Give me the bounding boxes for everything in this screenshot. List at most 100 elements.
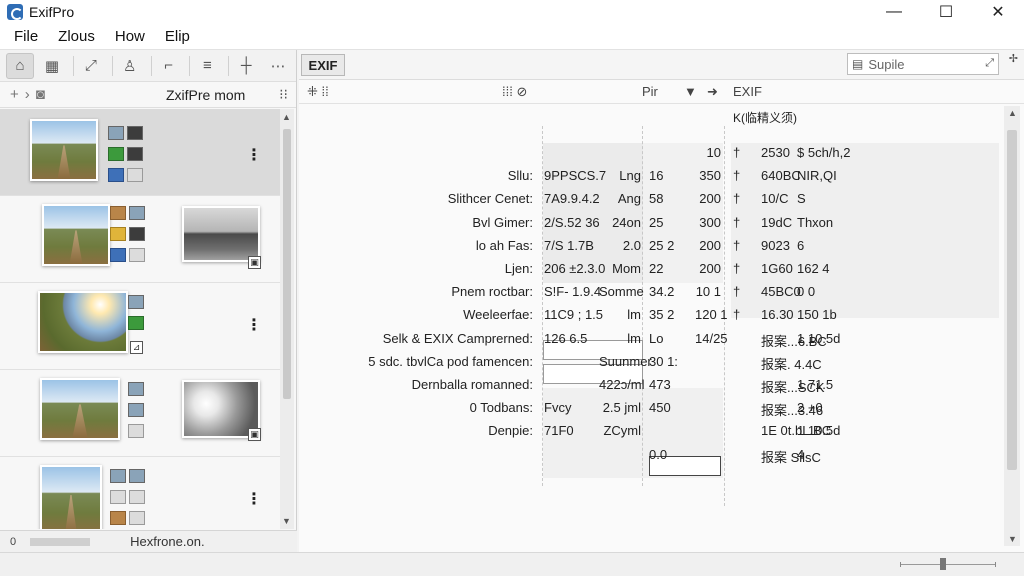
minimize-button[interactable]: — bbox=[868, 0, 920, 24]
tag-icon bbox=[129, 248, 145, 262]
scroll-up-icon[interactable]: ▲ bbox=[282, 112, 291, 122]
expand-icon[interactable]: ⤢ bbox=[985, 57, 994, 70]
unit-cell: Mom bbox=[612, 261, 641, 276]
exif-panel: EXIF ▤ Supile ⤢ ✢ ⁜ ⁞⁞ ⁞⁞⁞ ⊘ Pir ▼ ➜ EXI… bbox=[299, 50, 1024, 552]
exif-value-cell: NIR,QI bbox=[797, 168, 837, 184]
crosshair-icon[interactable]: ┼ bbox=[232, 53, 260, 79]
list-icon[interactable]: ≡ bbox=[193, 53, 221, 79]
image-icon bbox=[110, 227, 126, 241]
image-icon bbox=[110, 490, 126, 504]
filter-icons[interactable]: ⁞⁞⁞ ⊘ bbox=[502, 84, 527, 100]
exif-scrollbar[interactable]: ▲ ▼ bbox=[1004, 106, 1020, 546]
scroll-down-icon[interactable]: ▼ bbox=[1008, 534, 1017, 544]
scroll-thumb[interactable] bbox=[283, 129, 291, 399]
thumbnail-icons bbox=[108, 126, 143, 182]
value-cell: 35 2 bbox=[649, 307, 675, 323]
more-icon[interactable]: ⋯ bbox=[264, 53, 292, 79]
maximize-button[interactable]: ☐ bbox=[920, 0, 972, 24]
exif-row[interactable]: Ljen: 206 ±2.3.0 Mom 22 200 † 1G60 162 4 bbox=[299, 258, 999, 281]
thumbnail-row[interactable]: ⊿ ⋮ bbox=[0, 283, 280, 370]
menu-help[interactable]: Elip bbox=[165, 28, 190, 45]
zoom-slider[interactable] bbox=[900, 564, 995, 565]
scroll-thumb[interactable] bbox=[1007, 130, 1017, 470]
thumbnail-row[interactable]: ▣ bbox=[0, 370, 280, 457]
scroll-up-icon[interactable]: ▲ bbox=[1008, 108, 1017, 118]
unit-cell: lm bbox=[627, 307, 641, 323]
pin-icon[interactable]: ✢ bbox=[1009, 52, 1018, 65]
photo-thumbnail[interactable] bbox=[38, 291, 128, 353]
scroll-down-icon[interactable]: ▼ bbox=[282, 516, 291, 526]
menu-tools[interactable]: Zlous bbox=[58, 28, 95, 45]
view-toggle-icons[interactable]: ⁜ ⁞⁞ bbox=[307, 84, 329, 100]
menu-file[interactable]: File bbox=[14, 28, 38, 45]
thumbnail-row[interactable]: ⋮ bbox=[0, 457, 280, 529]
row-label: Denpie: bbox=[488, 423, 533, 439]
dropdown-icon[interactable]: ▼ bbox=[684, 84, 697, 99]
image-icon bbox=[110, 469, 126, 483]
photo-thumbnail[interactable] bbox=[40, 465, 102, 529]
thumbnail-row[interactable]: ⋮ bbox=[0, 109, 280, 196]
row-menu-icon[interactable]: ⋮ bbox=[246, 315, 262, 335]
row-label: lo ah Fas: bbox=[475, 237, 533, 253]
thumbnail-icons bbox=[110, 206, 145, 262]
image-icon bbox=[129, 206, 145, 220]
unit-cell: Somme bbox=[599, 284, 644, 300]
exif-row[interactable]: Denpie: 71F0 ZCyml 1E 0t.bL.BC 1 10.5d bbox=[299, 420, 999, 443]
folder-bar: + › ◙ ZxifPre mom ⁝⁝ bbox=[0, 82, 296, 108]
expand-icon[interactable]: ⤢ bbox=[77, 53, 105, 79]
left-status-bar: 0 Hexfrone.on. bbox=[0, 530, 297, 552]
photo-thumbnail[interactable] bbox=[182, 206, 260, 262]
row-label: Bvl Gimer: bbox=[472, 214, 533, 230]
exif-row[interactable]: Sllu: 9PPSCS.7 Lng 16 350 † 640BC NIR,QI bbox=[299, 165, 999, 188]
exif-row[interactable]: Dernballa romanned: 422ɔ/ml 473 报案...SCK 1 7… bbox=[299, 374, 999, 397]
exif-row[interactable]: Slithcer Cenet: 7A9.9.4.2 Ang 58 200 † 10/C S bbox=[299, 188, 999, 211]
exif-row[interactable]: 5 sdc. tbvlCa pod famencen: Suunmer 30 1: 报… bbox=[299, 351, 999, 374]
exif-value-cell: 19dC bbox=[761, 214, 793, 230]
film-icon[interactable]: ▦ bbox=[38, 53, 66, 79]
folder-menu-icon[interactable]: ⁝⁝ bbox=[279, 86, 288, 103]
window-controls: — ☐ ✕ bbox=[868, 0, 1024, 24]
folder-title: ZxifPre mom bbox=[166, 87, 246, 103]
exif-row[interactable]: 10 † 2530 $ 5ch/h,2 bbox=[299, 142, 999, 165]
photo-thumbnail[interactable] bbox=[42, 204, 110, 266]
row-menu-icon[interactable]: ⋮ bbox=[246, 489, 262, 509]
unit-cell: 24on bbox=[612, 214, 641, 230]
image-icon bbox=[129, 490, 145, 504]
search-input[interactable]: ▤ Supile ⤢ bbox=[847, 53, 999, 75]
exif-row[interactable]: 0.0 报案 SilsC 4 bbox=[299, 444, 999, 467]
exif-row[interactable]: 0 Todbans: Fvcy 2.5 jml 450 报案...3.46 2 +0 bbox=[299, 397, 999, 420]
close-button[interactable]: ✕ bbox=[972, 0, 1024, 24]
marker-cell: † bbox=[733, 214, 741, 230]
zoom-slider-thumb[interactable] bbox=[940, 558, 946, 570]
image-icon bbox=[108, 147, 124, 161]
person-icon[interactable]: ♙ bbox=[116, 53, 144, 79]
crop-icon[interactable]: ⌐ bbox=[155, 53, 183, 79]
thumbnail-row[interactable]: ▣ bbox=[0, 196, 280, 283]
arrow-icon[interactable]: › bbox=[25, 86, 30, 103]
photo-thumbnail[interactable] bbox=[30, 119, 98, 181]
thumbnail-scrollbar[interactable]: ▲ ▼ bbox=[280, 109, 294, 529]
value-cell: 450 bbox=[649, 400, 671, 416]
tab-exif[interactable]: EXIF bbox=[301, 54, 345, 76]
marker-cell: † bbox=[733, 261, 741, 276]
exif-value-cell: 报案 SilsC bbox=[761, 449, 821, 465]
badge-icon: ⊿ bbox=[130, 341, 143, 354]
exif-value-cell: Thxon bbox=[797, 214, 834, 230]
forward-icon[interactable]: ➜ bbox=[707, 84, 718, 100]
image-icon bbox=[108, 126, 124, 140]
row-menu-icon[interactable]: ⋮ bbox=[246, 145, 262, 165]
column-header: ⁜ ⁞⁞ ⁞⁞⁞ ⊘ Pir ▼ ➜ EXIF bbox=[299, 80, 1024, 104]
add-icon[interactable]: + bbox=[10, 86, 19, 103]
unit-cell: 422ɔ/ml bbox=[599, 377, 645, 392]
menu-view[interactable]: How bbox=[115, 28, 145, 45]
exif-row[interactable]: Bvl Gimer: 2/S.52 36 24on 25 300 † 19dC Thxon bbox=[299, 212, 999, 235]
unit-cell: lm bbox=[627, 330, 641, 346]
exif-row[interactable]: Pnem roctbar: S!F- 1.9.4 Somme 34.2 10 1 † 45B… bbox=[299, 281, 999, 304]
unit-cell: 2.5 jml bbox=[602, 400, 641, 416]
exif-row[interactable]: Weeleerfae: 11C9 ; 1.5 lm 35 2 120 1 † 16.30 15… bbox=[299, 304, 999, 327]
photo-thumbnail[interactable] bbox=[40, 378, 120, 440]
home-icon[interactable]: ⌂ bbox=[6, 52, 35, 79]
exif-row[interactable]: lo ah Fas: 7/S 1.7B 2.0 25 2 200 † 9023 6 bbox=[299, 235, 999, 258]
marker-cell: † bbox=[733, 307, 741, 323]
exif-row[interactable]: Selk & EXIX Camprerned: 126 6.5 lm Lo 14/25 报… bbox=[299, 328, 999, 351]
